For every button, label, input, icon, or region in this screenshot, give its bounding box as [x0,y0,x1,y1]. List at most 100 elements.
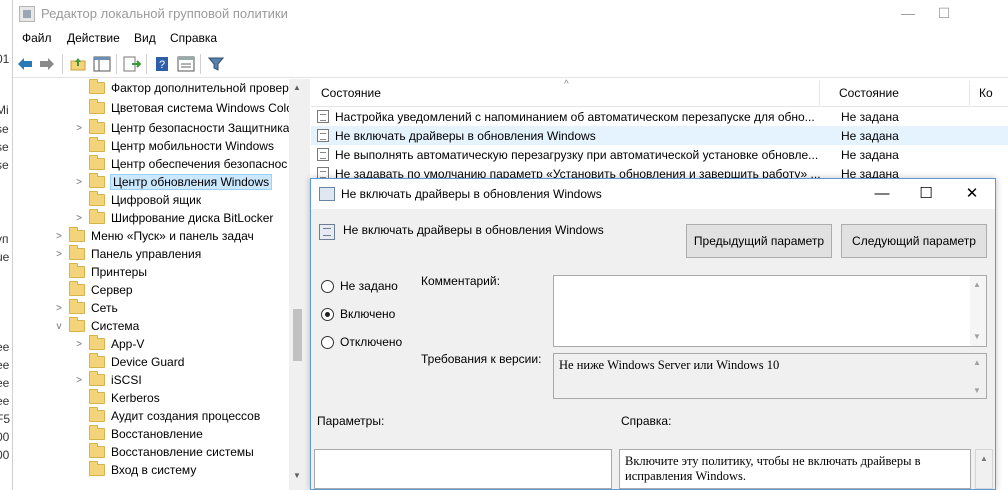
filter-icon[interactable] [206,54,226,74]
dialog-title-bar[interactable]: Не включать драйверы в обновления Window… [311,179,995,209]
menu-action[interactable]: Действие [67,31,120,45]
radio-enabled[interactable]: Включено [321,307,395,321]
help-panel[interactable]: Включите эту политику, чтобы не включать… [619,449,971,489]
column-header-name[interactable]: Состояние [321,86,381,100]
folder-icon [69,299,85,314]
tree-item[interactable]: Фактор дополнительной провер [73,79,289,97]
help-text-line: Включите эту политику, чтобы не включать… [625,454,921,468]
show-hide-tree-icon[interactable] [92,54,112,74]
bg-text: ee [0,394,10,408]
folder-icon [89,353,105,368]
folder-icon [89,407,105,422]
list-row[interactable]: Настройка уведомлений с напоминанием об … [311,107,1008,126]
tree-item[interactable]: Восстановление [73,425,203,443]
folder-icon [89,173,105,188]
list-row[interactable]: Не выполнять автоматическую перезагрузку… [311,145,1008,164]
tree-item[interactable]: Аудит создания процессов [73,407,260,425]
forward-arrow-icon[interactable] [37,54,57,74]
tree-item[interactable]: v Система [53,317,139,335]
bg-text: 01 [0,52,10,66]
maximize-button[interactable]: ☐ [929,2,959,24]
radio-circle-checked[interactable] [321,307,334,321]
toolbar-separator [200,54,201,74]
scroll-down-icon[interactable]: ▼ [292,471,302,480]
parameters-label: Параметры: [317,414,385,428]
column-divider[interactable] [969,81,970,105]
parameters-panel[interactable] [314,449,612,489]
tree-item[interactable]: Device Guard [73,353,184,371]
policy-list: Состояние ^ Состояние Ко Настройка уведо… [311,79,1008,181]
tree-item[interactable]: Цветовая система Windows Colo [73,99,293,117]
column-divider[interactable] [819,81,820,105]
dialog-maximize-button[interactable]: ☐ [911,183,941,205]
tree-item[interactable]: Kerberos [73,389,160,407]
radio-circle[interactable] [321,335,334,349]
menu-view[interactable]: Вид [134,31,156,45]
tree-panel[interactable]: Фактор дополнительной провер Цветовая си… [13,79,305,490]
bg-text: 00 [0,430,10,444]
title-bar[interactable]: Редактор локальной групповой политики — … [13,0,1008,28]
folder-icon [69,317,85,332]
tree-item[interactable]: Цифровой ящик [73,191,201,209]
tree-item[interactable]: > Панель управления [53,245,201,263]
folder-icon [89,137,105,152]
folder-icon [89,425,105,440]
minimize-button[interactable]: — [893,2,923,24]
tree-item[interactable]: Центр обеспечения безопаснос [73,155,287,173]
folder-icon [69,263,85,278]
help-text-line: исправления Windows. [625,469,747,483]
extended-view-icon[interactable] [176,54,196,74]
column-header-comment[interactable]: Ко [979,86,993,100]
comment-scrollbar[interactable]: ▲ ▼ [970,276,986,346]
bg-text: ee [0,358,10,372]
folder-up-icon[interactable] [68,54,88,74]
folder-icon [89,335,105,350]
folder-icon [89,119,105,134]
tree-item[interactable]: Сервер [53,281,133,299]
dialog-close-button[interactable]: ✕ [957,183,987,205]
export-list-icon[interactable] [122,54,142,74]
radio-circle[interactable] [321,279,334,293]
toolbar-separator [146,54,147,74]
menu-help[interactable]: Справка [170,31,217,45]
menu-file[interactable]: Файл [22,31,52,45]
tree-scrollbar[interactable]: ▲ ▼ [289,79,305,490]
tree-item[interactable]: Вход в систему [73,461,196,479]
tree-item[interactable]: > Шифрование диска BitLocker [73,209,273,227]
dialog-minimize-button[interactable]: — [867,183,897,205]
bg-text: se [0,158,9,172]
radio-disabled[interactable]: Отключено [321,335,402,349]
help-label: Справка: [621,414,672,428]
bg-text: Mi [0,103,9,117]
help-icon[interactable]: ? [152,54,172,74]
back-arrow-icon[interactable] [15,54,35,74]
bg-text: ee [0,340,10,354]
app-icon [19,6,35,22]
dialog-heading: Не включать драйверы в обновления Window… [343,223,604,237]
toolbar-separator [116,54,117,74]
folder-icon [89,79,105,94]
tree-item[interactable]: Восстановление системы [73,443,254,461]
comment-field[interactable]: ▲ ▼ [553,275,987,347]
scroll-thumb[interactable] [293,309,302,361]
tree-item[interactable]: Центр мобильности Windows [73,137,274,155]
column-header-state[interactable]: Состояние [839,86,899,100]
background-window-edge: 01 Mi se se se уп ue ee ee ee ee F5 00 0… [0,0,12,490]
tree-item[interactable]: > iSCSI [73,371,142,389]
list-row-selected[interactable]: Не включать драйверы в обновления Window… [311,126,1008,145]
previous-setting-button[interactable]: Предыдущий параметр [686,224,832,258]
tree-item[interactable]: > App-V [73,335,144,353]
scroll-up-icon[interactable]: ▲ [292,83,302,92]
tree-item[interactable]: Принтеры [53,263,147,281]
tree-item[interactable]: > Сеть [53,299,118,317]
radio-not-configured[interactable]: Не задано [321,279,398,293]
tree-item-windows-update[interactable]: > Центр обновления Windows [73,173,273,191]
tree-item[interactable]: > Меню «Пуск» и панель задач [53,227,254,245]
tree-item[interactable]: > Центр безопасности Защитника [73,119,289,137]
scroll-up-icon[interactable]: ▲ [980,454,988,463]
help-scrollbar[interactable]: ▲ [975,449,993,489]
next-setting-button[interactable]: Следующий параметр [841,224,987,258]
version-scrollbar[interactable]: ▲ ▼ [970,354,986,398]
toolbar-separator [62,54,63,74]
bg-text: ue [0,250,10,264]
